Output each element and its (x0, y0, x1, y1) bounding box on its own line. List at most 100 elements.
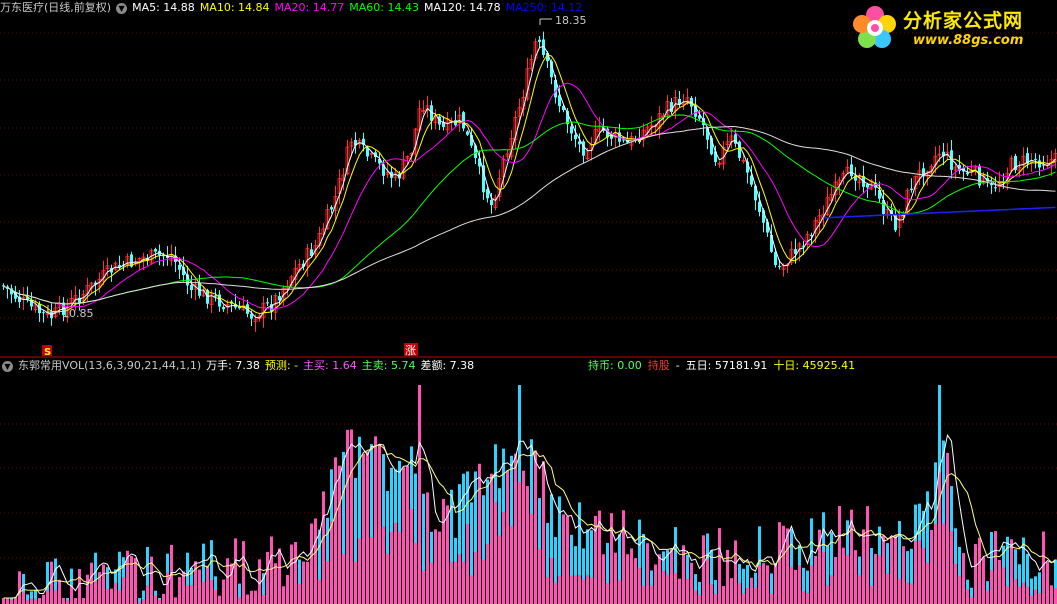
volume-bar (270, 536, 273, 604)
volume-bar-part (578, 574, 581, 604)
volume-bar-part (870, 586, 873, 604)
volume-bar-part (830, 575, 833, 604)
volume-bar (962, 553, 965, 604)
low-price-marker: 10.85 (47, 305, 94, 320)
volume-bar-part (370, 537, 373, 604)
volume-bar (1042, 531, 1045, 604)
volume-bar (614, 552, 617, 604)
volume-bar (610, 513, 613, 604)
volume-bar-part (606, 583, 609, 604)
volume-bar-part (186, 585, 189, 604)
volume-bar (678, 578, 681, 604)
volume-bar-part (454, 561, 457, 604)
ma-line (3, 114, 1056, 305)
volume-bar (814, 555, 817, 604)
volume-bar (254, 590, 257, 604)
stock-title[interactable]: 万东医疗(日线,前复权) (0, 0, 111, 16)
ma120-value: MA120: 14.78 (423, 1, 501, 14)
volume-bar (774, 563, 777, 604)
volume-bar (882, 535, 885, 604)
volume-bar (778, 522, 781, 604)
volume-bar (242, 541, 245, 604)
volume-bar (514, 453, 517, 604)
volume-bar-part (202, 581, 205, 604)
volume-bar (562, 514, 565, 604)
volume-bar-part (746, 587, 749, 604)
volume-bar-part (462, 561, 465, 604)
volume-bar (630, 548, 633, 604)
candle-body-down (178, 264, 181, 270)
rise-signal-marker[interactable]: 涨 (404, 343, 418, 357)
ma20-value: MA20: 14.77 (274, 1, 345, 14)
indicator-dropdown-icon[interactable]: ▼ (2, 360, 13, 372)
volume-bar (874, 553, 877, 604)
volume-bar-part (986, 590, 989, 604)
five-day-value: 五日: 57181.91 (685, 359, 768, 372)
price-panel-header: 万东医疗(日线,前复权) ▼ MA5: 14.88 MA10: 14.84 MA… (0, 0, 587, 16)
volume-bar (842, 547, 845, 604)
sell-signal-marker[interactable]: S (42, 345, 52, 358)
indicator-name[interactable]: 东郭常用VOL(13,6,3,90,21,44,1,1) (18, 358, 201, 374)
volume-bar (434, 529, 437, 604)
volume-bar-part (638, 567, 641, 604)
volume-bar-part (942, 523, 945, 604)
volume-bar-part (326, 561, 329, 604)
ten-day-value: 十日: 45925.41 (773, 359, 856, 372)
volume-bar-part (118, 590, 121, 604)
volume-panel-header: ▼ 东郭常用VOL(13,6,3,90,21,44,1,1) 万手: 7.38 … (0, 358, 1057, 374)
volume-bar (58, 579, 61, 604)
volume-bar (1046, 562, 1049, 604)
volume-bar-part (910, 583, 913, 604)
volume-bar-part (486, 544, 489, 604)
candle-body-down (994, 187, 997, 189)
volume-bar (102, 564, 105, 604)
settings-dropdown-icon[interactable]: ▼ (116, 2, 128, 14)
volume-bar-part (502, 512, 505, 604)
volume-bar-part (142, 599, 145, 604)
volume-bar (490, 473, 493, 604)
volume-bar (766, 565, 769, 604)
volume-bar-part (574, 575, 577, 604)
volume-bar (730, 578, 733, 604)
volume-bar-part (262, 594, 265, 604)
volume-bar-part (382, 526, 385, 604)
ma-line (3, 54, 1056, 315)
volume-bar (378, 444, 381, 604)
volume-bar (426, 492, 429, 604)
candle-body-down (1034, 158, 1037, 160)
ma5-value: MA5: 14.88 (132, 1, 195, 14)
volume-bar (346, 429, 349, 604)
volume-bar (626, 554, 629, 604)
volume-bar-part (918, 540, 921, 604)
volume-bar (402, 467, 405, 604)
candle-body-down (222, 306, 225, 310)
volume-bar-part (410, 508, 413, 604)
volume-bar-part (482, 559, 485, 604)
volume-bar-part (390, 531, 393, 604)
volume-average-lines (3, 433, 1056, 599)
sell-signal-label: S (44, 347, 51, 358)
site-logo: 分析家公式网 www.88gs.com (851, 4, 1051, 54)
volume-bar-part (494, 502, 497, 604)
volume-bar-part (1030, 595, 1033, 604)
volume-bar-part (70, 585, 73, 604)
volume-bar-part (550, 558, 553, 604)
volume-bar (178, 577, 181, 604)
low-price-label: 10.85 (62, 307, 94, 320)
volume-bar-part (582, 579, 585, 604)
volume-bar (786, 528, 789, 604)
volume-bar-part (1022, 582, 1025, 604)
volume-bar-part (958, 576, 961, 604)
kline-chart-canvas[interactable]: 18.35 10.85 S 涨 (0, 0, 1057, 604)
volume-bar-part (510, 526, 513, 604)
candle-body-down (670, 102, 673, 113)
main-sell-value: 主卖: 5.74 (361, 359, 416, 372)
volume-bar (286, 575, 289, 604)
ma-line (3, 82, 1056, 310)
cash-value: 持币: 0.00 (588, 359, 642, 372)
volume-bar-part (586, 574, 589, 604)
volume-bar (306, 561, 309, 604)
volume-bar-part (354, 561, 357, 604)
candle-body-down (330, 207, 333, 210)
volume-bar (274, 563, 277, 604)
